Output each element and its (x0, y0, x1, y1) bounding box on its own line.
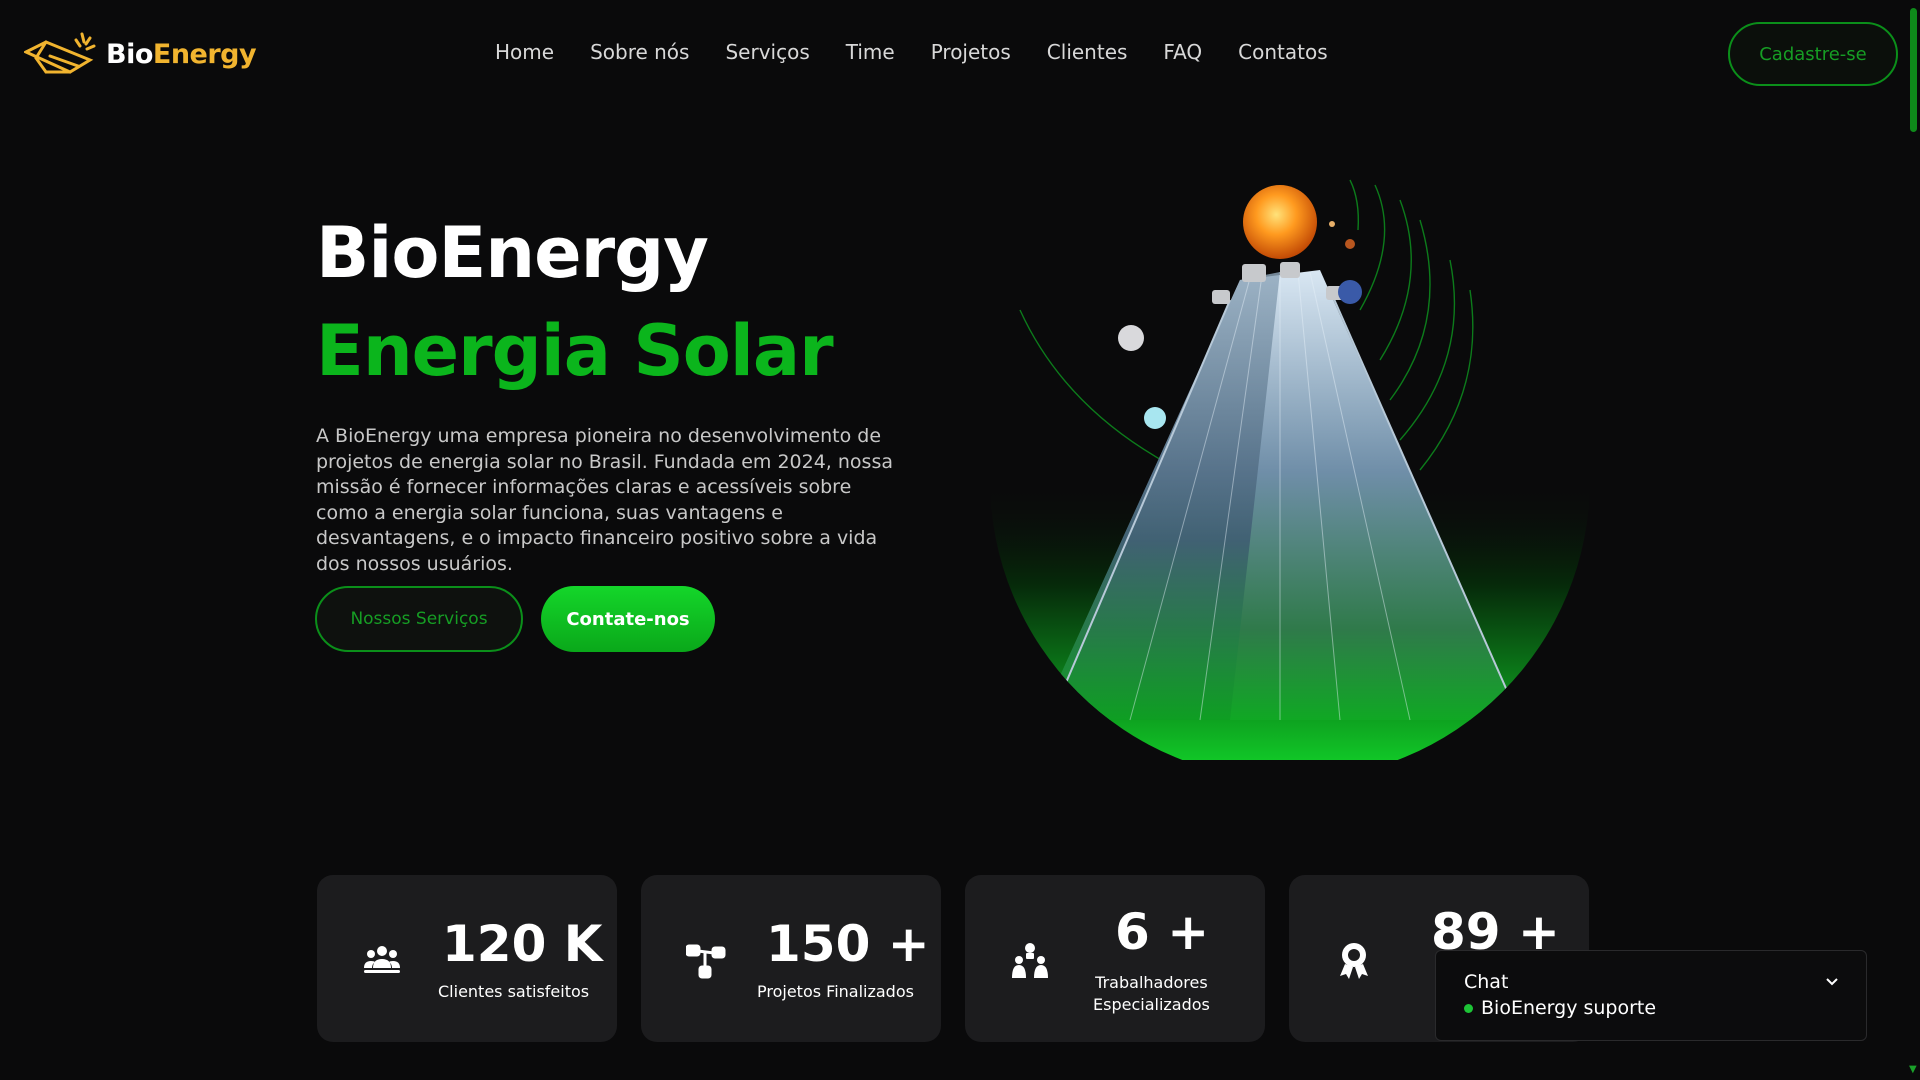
logo-text: BioEnergy (106, 38, 257, 70)
nav-sobre-nos[interactable]: Sobre nós (590, 40, 689, 64)
hero-title: BioEnergy (316, 212, 709, 294)
workers-icon (1012, 943, 1048, 978)
scrollbar-thumb[interactable] (1910, 8, 1917, 132)
hero-description: A BioEnergy uma empresa pioneira no dese… (316, 425, 893, 575)
chevron-down-icon[interactable] (1824, 973, 1840, 989)
award-icon (1340, 943, 1368, 979)
online-status-dot-icon (1464, 1003, 1473, 1013)
main-nav: Home Sobre nós Serviços Time Projetos Cl… (495, 40, 1364, 64)
stat-value: 150 + (766, 915, 930, 973)
logo[interactable]: BioEnergy (24, 32, 257, 76)
site-header: BioEnergy Home Sobre nós Serviços Time P… (0, 0, 1920, 108)
nav-clientes[interactable]: Clientes (1047, 40, 1128, 64)
chat-status: BioEnergy suporte (1464, 997, 1656, 1019)
users-icon (364, 946, 400, 973)
chat-widget[interactable]: Chat BioEnergy suporte (1435, 950, 1867, 1041)
stat-value: 6 + (1115, 903, 1210, 961)
nav-time[interactable]: Time (846, 40, 895, 64)
chat-status-label: BioEnergy suporte (1481, 997, 1657, 1019)
hero-subtitle: Energia Solar (316, 310, 834, 392)
stat-card-workers: 6 + Trabalhadores Especializados (965, 875, 1265, 1042)
scroll-down-arrow-icon[interactable]: ▼ (1909, 1064, 1917, 1075)
page-scrollbar[interactable]: ▼ (1907, 0, 1920, 1080)
stat-card-projects: 150 + Projetos Finalizados (641, 875, 941, 1042)
nav-servicos[interactable]: Serviços (725, 40, 809, 64)
project-nodes-icon (686, 944, 726, 979)
signup-button[interactable]: Cadastre-se (1728, 22, 1898, 86)
nav-contatos[interactable]: Contatos (1238, 40, 1327, 64)
stat-card-clients: 120 K Clientes satisfeitos (317, 875, 617, 1042)
contact-button[interactable]: Contate-nos (541, 586, 715, 652)
services-button[interactable]: Nossos Serviços (315, 586, 523, 652)
nav-faq[interactable]: FAQ (1163, 40, 1202, 64)
stat-label: Clientes satisfeitos (438, 982, 590, 1001)
stat-label-line2: Especializados (1093, 995, 1210, 1014)
stat-label-line1: Trabalhadores (1095, 973, 1208, 992)
hero-solar-tower-illustration (990, 179, 1590, 760)
stat-label: Projetos Finalizados (757, 982, 914, 1001)
nav-home[interactable]: Home (495, 40, 554, 64)
chat-title: Chat (1464, 971, 1509, 993)
sun (1243, 185, 1317, 259)
solar-roof-logo-icon (24, 32, 96, 74)
stat-label-multiline: Trabalhadores Especializados (1093, 972, 1210, 1016)
nav-projetos[interactable]: Projetos (931, 40, 1011, 64)
stat-value: 120 K (442, 915, 603, 973)
